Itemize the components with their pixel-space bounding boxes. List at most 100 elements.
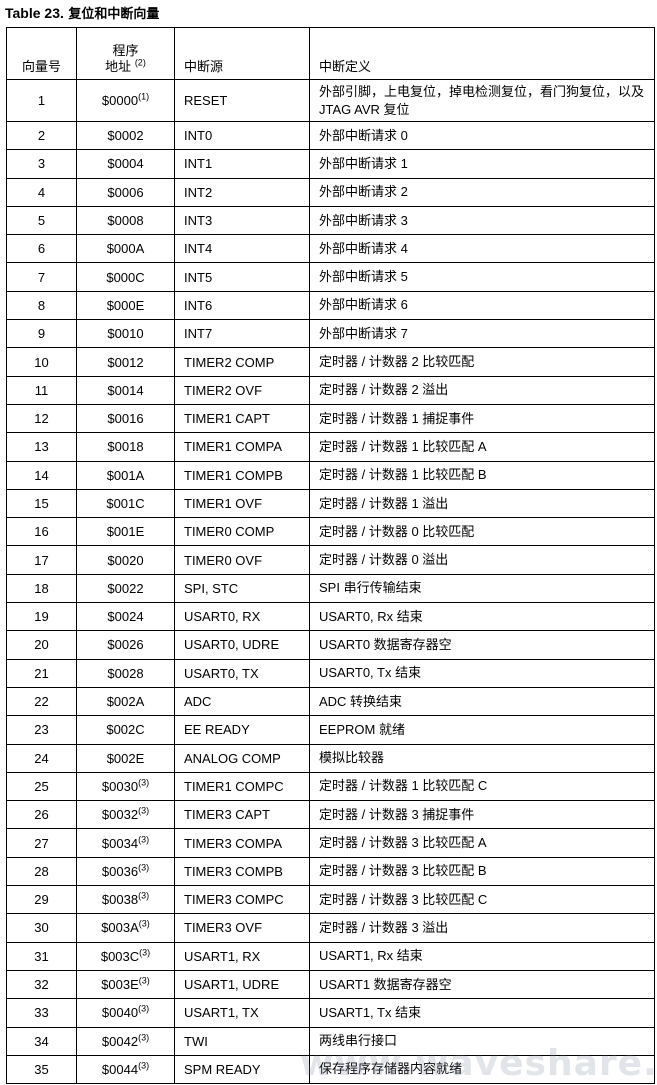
table-number: Table 23. [5, 5, 64, 21]
watermark: www.waveshare.net [300, 1043, 657, 1084]
interrupt-source: INT3 [174, 205, 310, 236]
vector-number: 9 [6, 319, 77, 349]
interrupt-definition: 外部中断请求 3 [309, 205, 655, 236]
interrupt-source: USART1, RX [174, 941, 310, 971]
interrupt-vector-table: 向量号 程序 地址 (2) 中断源 中断定义 1 $0000(1) RESET 外部引… [6, 27, 655, 1085]
header-row: 向量号 程序 地址 (2) 中断源 中断定义 [6, 27, 655, 80]
interrupt-source: TIMER3 COMPB [174, 856, 310, 887]
interrupt-source: TIMER3 COMPA [174, 828, 310, 858]
vector-number: 2 [6, 120, 77, 151]
program-address: $0026 [76, 630, 175, 660]
table-row: 9 $0010 INT7 外部中断请求 7 [6, 319, 655, 349]
interrupt-definition: 外部中断请求 7 [309, 319, 655, 349]
interrupt-definition: 外部中断请求 0 [309, 120, 655, 151]
address-value: $0024 [107, 609, 144, 625]
vector-number: 7 [6, 262, 77, 292]
interrupt-definition: 定时器 / 计数器 3 比较匹配 B [309, 856, 655, 887]
table-row: 27 $0034(3) TIMER3 COMPA 定时器 / 计数器 3 比较匹配 A [6, 828, 655, 858]
program-address: $003E(3) [76, 969, 175, 1000]
address-value: $000E [106, 297, 145, 313]
address-value: $0040 [101, 1005, 139, 1021]
interrupt-source: USART0, RX [174, 602, 310, 632]
address-value: $000A [106, 241, 145, 257]
interrupt-definition: 外部中断请求 1 [309, 149, 655, 179]
address-footnote: (3) [138, 834, 150, 845]
vector-number: 8 [6, 290, 77, 321]
address-footnote: (1) [138, 91, 150, 102]
vector-number: 30 [6, 913, 77, 943]
table-row: 2 $0002 INT0 外部中断请求 0 [6, 120, 655, 151]
address-footnote: (3) [138, 919, 150, 930]
interrupt-source: TIMER1 COMPA [174, 432, 310, 462]
vector-number: 14 [6, 460, 77, 490]
address-value: $0038 [101, 892, 139, 908]
vector-number: 16 [6, 517, 77, 547]
table-row: 17 $0020 TIMER0 OVF 定时器 / 计数器 0 溢出 [6, 545, 655, 575]
program-address: $000C [76, 262, 175, 292]
program-address: $0010 [76, 319, 175, 349]
table-row: 19 $0024 USART0, RX USART0, Rx 结束 [6, 602, 655, 632]
address-value: $0006 [107, 184, 144, 200]
interrupt-source: TIMER3 OVF [174, 913, 310, 943]
address-value: $0018 [107, 439, 144, 455]
program-address: $001A [76, 460, 175, 490]
vector-number: 15 [6, 488, 77, 519]
program-address: $0024 [76, 602, 175, 632]
address-value: $0042 [101, 1033, 139, 1049]
interrupt-definition: USART1, Rx 结束 [309, 941, 655, 971]
address-value: $0014 [107, 382, 144, 398]
program-address: $0038(3) [76, 885, 175, 915]
table-row: 16 $001E TIMER0 COMP 定时器 / 计数器 0 比较匹配 [6, 517, 655, 547]
interrupt-definition: 模拟比较器 [309, 743, 655, 773]
address-value: $0016 [107, 411, 144, 427]
interrupt-source: EE READY [174, 715, 310, 745]
vector-number: 12 [6, 403, 77, 434]
interrupt-source: ANALOG COMP [174, 743, 310, 773]
interrupt-definition: USART1, Tx 结束 [309, 998, 655, 1028]
header-address-line1: 程序 [112, 43, 139, 58]
address-value: $0036 [101, 863, 139, 879]
header-source: 中断源 [174, 27, 310, 80]
program-address: $0032(3) [76, 800, 175, 830]
interrupt-source: TIMER1 COMPB [174, 460, 310, 490]
vector-number: 29 [6, 885, 77, 915]
interrupt-definition: 定时器 / 计数器 1 比较匹配 B [309, 460, 655, 490]
address-footnote: (3) [138, 890, 150, 901]
interrupt-source: TIMER2 OVF [174, 375, 310, 405]
table-row: 4 $0006 INT2 外部中断请求 2 [6, 177, 655, 207]
interrupt-source: ADC [174, 686, 310, 717]
address-value: $0002 [107, 128, 144, 144]
interrupt-definition: 外部引脚，上电复位，掉电检测复位，看门狗复位，以及 JTAG AVR 复位 [309, 79, 655, 122]
vector-number: 23 [6, 715, 77, 745]
interrupt-definition: 定时器 / 计数器 1 比较匹配 C [309, 771, 655, 802]
program-address: $0034(3) [76, 828, 175, 858]
interrupt-source: RESET [174, 79, 310, 122]
vector-number: 24 [6, 743, 77, 773]
table-row: 11 $0014 TIMER2 OVF 定时器 / 计数器 2 溢出 [6, 375, 655, 405]
interrupt-source: USART1, TX [174, 998, 310, 1028]
table-row: 21 $0028 USART0, TX USART0, Tx 结束 [6, 658, 655, 688]
table-caption: Table 23. 复位和中断向量 [5, 3, 159, 22]
interrupt-source: TWI [174, 1026, 310, 1056]
interrupt-source: SPM READY [174, 1054, 310, 1085]
program-address: $0018 [76, 432, 175, 462]
program-address: $0044(3) [76, 1054, 175, 1085]
interrupt-definition: 定时器 / 计数器 3 溢出 [309, 913, 655, 943]
vector-number: 26 [6, 800, 77, 830]
program-address: $001E [76, 517, 175, 547]
address-value: $002E [106, 750, 145, 766]
address-value: $0026 [107, 637, 144, 653]
address-footnote: (3) [138, 777, 150, 788]
interrupt-source: TIMER2 COMP [174, 347, 310, 377]
program-address: $0008 [76, 205, 175, 236]
address-value: $0030 [101, 778, 139, 794]
address-value: $0032 [101, 807, 139, 823]
table-row: 7 $000C INT5 外部中断请求 5 [6, 262, 655, 292]
vector-number: 20 [6, 630, 77, 660]
address-footnote: (3) [138, 1032, 150, 1043]
interrupt-definition: USART0 数据寄存器空 [309, 630, 655, 660]
table-row: 3 $0004 INT1 外部中断请求 1 [6, 149, 655, 179]
interrupt-definition: 定时器 / 计数器 1 比较匹配 A [309, 432, 655, 462]
program-address: $002C [76, 715, 175, 745]
interrupt-definition: 定时器 / 计数器 2 溢出 [309, 375, 655, 405]
